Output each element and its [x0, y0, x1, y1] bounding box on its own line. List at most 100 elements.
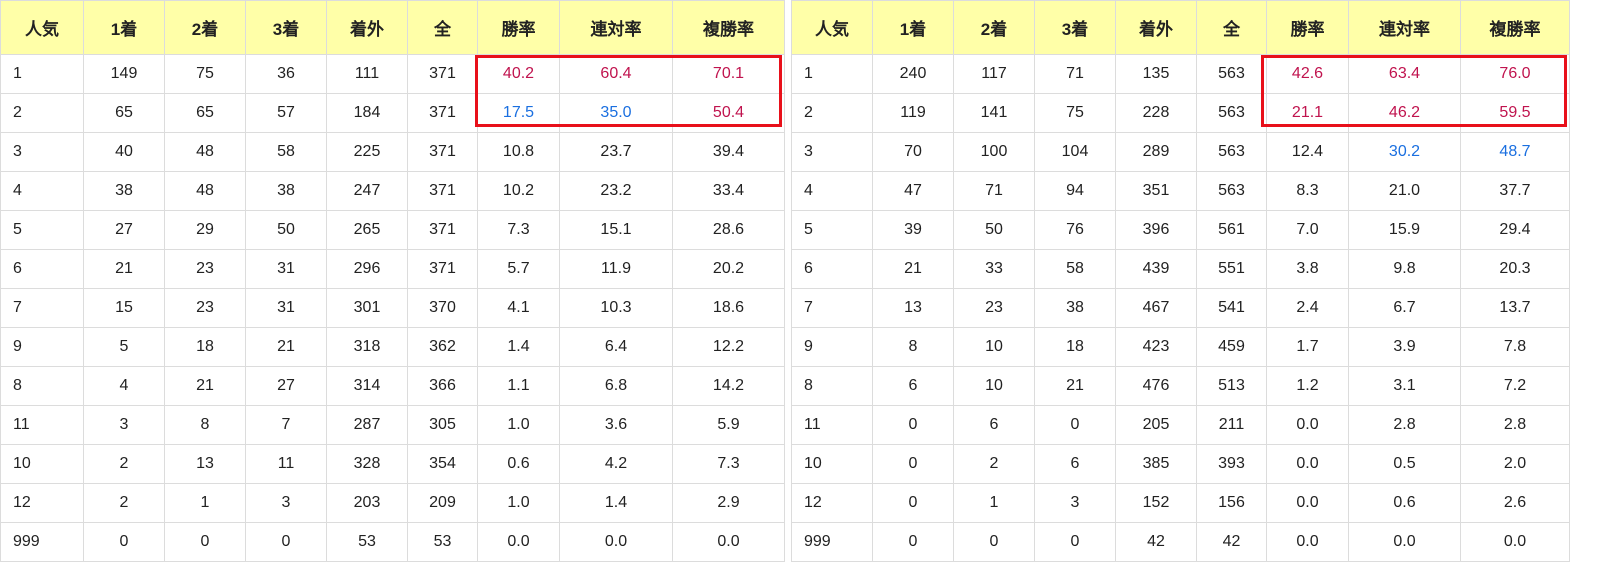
- column-header: 勝率: [1266, 0, 1349, 55]
- stat-cell: 7: [245, 405, 327, 445]
- stat-cell: 6: [872, 366, 954, 406]
- column-header: 2着: [953, 0, 1035, 55]
- table-row: 12 2 1 3 203 209 1.0 1.4 2.9: [0, 483, 785, 523]
- stat-cell: 39.4: [672, 132, 785, 172]
- stat-cell: 366: [407, 366, 478, 406]
- table-row: 11 3 8 7 287 305 1.0 3.6 5.9: [0, 405, 785, 445]
- stat-cell: 205: [1115, 405, 1197, 445]
- stat-cell: 50: [245, 210, 327, 250]
- stat-cell: 1.1: [477, 366, 560, 406]
- table-row: 7 15 23 31 301 370 4.1 10.3 18.6: [0, 288, 785, 328]
- stat-cell: 7.0: [1266, 210, 1349, 250]
- table-row: 3 40 48 58 225 371 10.8 23.7 39.4: [0, 132, 785, 172]
- stat-cell: 53: [326, 522, 408, 562]
- stat-cell: 23: [164, 249, 246, 289]
- stat-cell: 3.6: [559, 405, 673, 445]
- popularity-cell: 12: [791, 483, 873, 523]
- stat-cell: 27: [245, 366, 327, 406]
- stat-cell: 15.9: [1348, 210, 1461, 250]
- stat-cell: 314: [326, 366, 408, 406]
- stat-cell: 149: [83, 54, 165, 94]
- stat-cell: 459: [1196, 327, 1267, 367]
- stat-cell: 104: [1034, 132, 1116, 172]
- stat-cell: 439: [1115, 249, 1197, 289]
- stat-cell: 53: [407, 522, 478, 562]
- stat-cell: 0.0: [672, 522, 785, 562]
- stat-cell: 40: [83, 132, 165, 172]
- popularity-cell: 10: [791, 444, 873, 484]
- table-row: 4 47 71 94 351 563 8.3 21.0 37.7: [791, 171, 1570, 211]
- stat-cell: 240: [872, 54, 954, 94]
- popularity-cell: 11: [791, 405, 873, 445]
- stat-cell: 18: [164, 327, 246, 367]
- stat-cell: 2: [953, 444, 1035, 484]
- popularity-cell: 3: [791, 132, 873, 172]
- stat-cell: 467: [1115, 288, 1197, 328]
- stat-cell: 10.2: [477, 171, 560, 211]
- stat-cell: 1.2: [1266, 366, 1349, 406]
- stat-cell: 21: [872, 249, 954, 289]
- table-row: 2 65 65 57 184 371 17.5 35.0 50.4: [0, 93, 785, 133]
- table-row: 10 2 13 11 328 354 0.6 4.2 7.3: [0, 444, 785, 484]
- popularity-cell: 999: [0, 522, 84, 562]
- stat-cell: 39: [872, 210, 954, 250]
- column-header: 全: [1196, 0, 1267, 55]
- stat-cell: 50: [953, 210, 1035, 250]
- stat-cell: 371: [407, 54, 478, 94]
- stat-cell: 8: [164, 405, 246, 445]
- popularity-cell: 4: [791, 171, 873, 211]
- stat-cell: 1: [953, 483, 1035, 523]
- stat-cell: 40.2: [477, 54, 560, 94]
- stat-cell: 11.9: [559, 249, 673, 289]
- stat-cell: 76.0: [1460, 54, 1570, 94]
- stat-cell: 385: [1115, 444, 1197, 484]
- stat-cell: 203: [326, 483, 408, 523]
- stat-cell: 100: [953, 132, 1035, 172]
- table-row: 9 5 18 21 318 362 1.4 6.4 12.2: [0, 327, 785, 367]
- table-row: 2 119 141 75 228 563 21.1 46.2 59.5: [791, 93, 1570, 133]
- stat-cell: 31: [245, 249, 327, 289]
- stat-cell: 7.3: [672, 444, 785, 484]
- stat-cell: 289: [1115, 132, 1197, 172]
- stat-cell: 0.5: [1348, 444, 1461, 484]
- popularity-cell: 7: [791, 288, 873, 328]
- stat-cell: 30.2: [1348, 132, 1461, 172]
- stat-cell: 1.0: [477, 405, 560, 445]
- stat-cell: 17.5: [477, 93, 560, 133]
- table-row: 6 21 23 31 296 371 5.7 11.9 20.2: [0, 249, 785, 289]
- stat-cell: 3.1: [1348, 366, 1461, 406]
- popularity-cell: 6: [791, 249, 873, 289]
- stat-cell: 76: [1034, 210, 1116, 250]
- right-stats-table: 人気 1着 2着 3着 着外全勝率 連対率 複勝率 1 240 117 71 135 563 42.6 6…: [791, 0, 1570, 562]
- stat-cell: 371: [407, 210, 478, 250]
- stat-cell: 5.7: [477, 249, 560, 289]
- column-header: 2着: [164, 0, 246, 55]
- table-row: 6 21 33 58 439 551 3.8 9.8 20.3: [791, 249, 1570, 289]
- popularity-cell: 6: [0, 249, 84, 289]
- popularity-cell: 9: [0, 327, 84, 367]
- stat-cell: 156: [1196, 483, 1267, 523]
- stat-cell: 13.7: [1460, 288, 1570, 328]
- stat-cell: 4: [83, 366, 165, 406]
- stat-cell: 184: [326, 93, 408, 133]
- stat-cell: 362: [407, 327, 478, 367]
- table-row: 5 27 29 50 265 371 7.3 15.1 28.6: [0, 210, 785, 250]
- stat-cell: 23: [953, 288, 1035, 328]
- stat-cell: 20.2: [672, 249, 785, 289]
- stat-cell: 318: [326, 327, 408, 367]
- stat-cell: 21.1: [1266, 93, 1349, 133]
- stat-cell: 1.4: [559, 483, 673, 523]
- stat-cell: 563: [1196, 54, 1267, 94]
- stat-cell: 38: [245, 171, 327, 211]
- stat-cell: 13: [164, 444, 246, 484]
- stat-cell: 563: [1196, 93, 1267, 133]
- stat-cell: 7.2: [1460, 366, 1570, 406]
- stat-cell: 2.4: [1266, 288, 1349, 328]
- stat-cell: 287: [326, 405, 408, 445]
- table-row: 1 149 75 36 111 371 40.2 60.4 70.1: [0, 54, 785, 94]
- right-stats-panel: 人気 1着 2着 3着 着外全勝率 連対率 複勝率 1 240 117 71 135 563 42.6 6…: [791, 0, 1570, 562]
- stat-cell: 551: [1196, 249, 1267, 289]
- stat-cell: 0: [872, 444, 954, 484]
- stat-cell: 0: [83, 522, 165, 562]
- stat-cell: 12.4: [1266, 132, 1349, 172]
